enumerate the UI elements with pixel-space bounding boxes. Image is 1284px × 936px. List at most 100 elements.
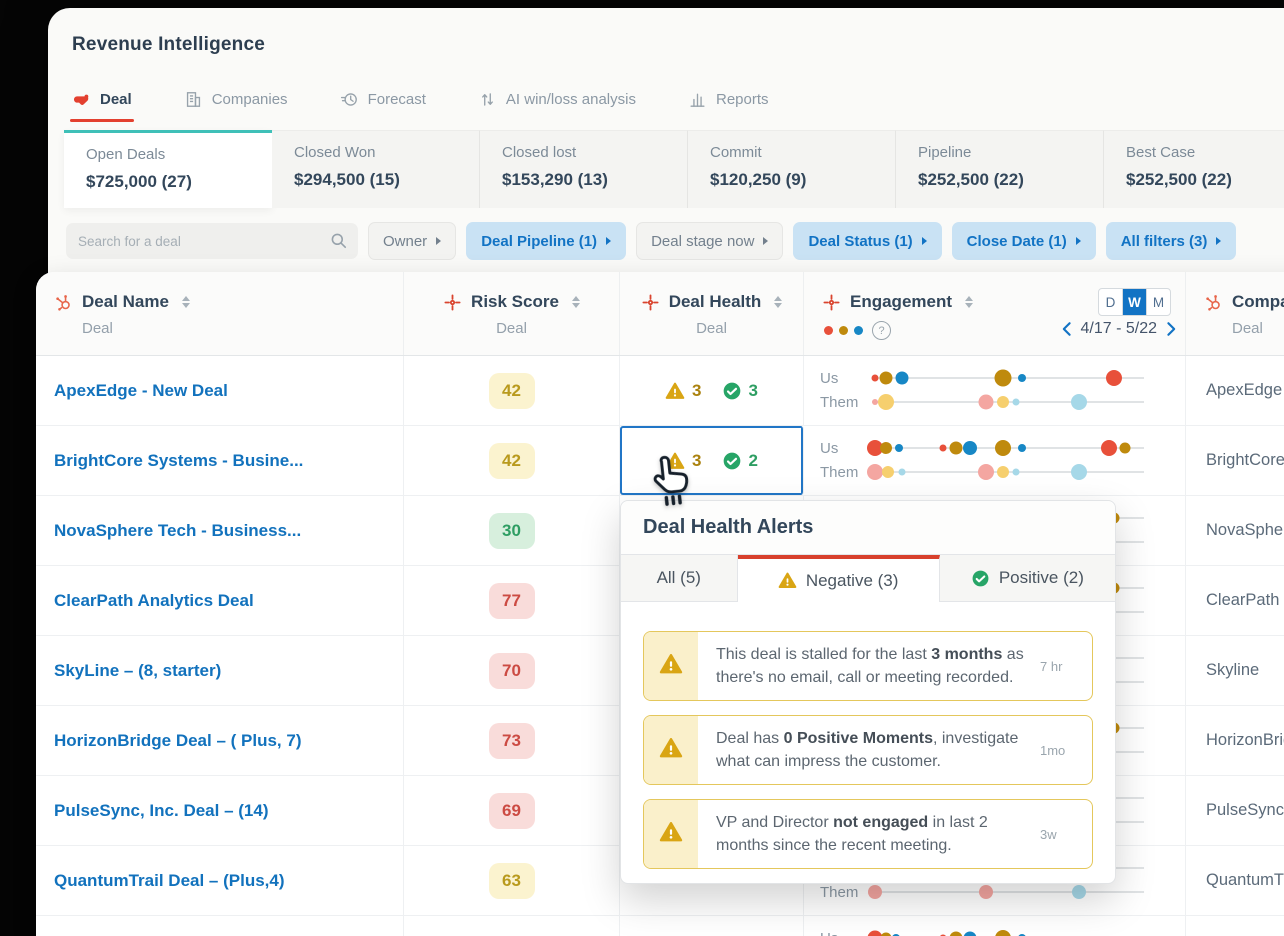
filter-chips: Owner Deal Pipeline (1) Deal stage now D… [368,222,1237,260]
summary-card-pipeline[interactable]: Pipeline $252,500 (22) [896,130,1104,208]
search-input[interactable]: Search for a deal [66,223,358,259]
deal-name-link[interactable]: HorizonBridge Deal – ( Plus, 7) [36,706,404,775]
summary-card-label: Closed Won [294,144,376,161]
toggle-w[interactable]: W [1123,289,1147,315]
deal-health-cell[interactable] [620,916,804,936]
risk-score-badge: 42 [488,442,535,479]
sort-icon[interactable] [571,296,580,308]
risk-score-cell[interactable] [404,916,620,936]
engagement-dot [882,466,895,478]
summary-card-open-deals[interactable]: Open Deals $725,000 (27) [64,130,272,208]
health-cross-icon [443,293,462,312]
engagement-cell[interactable]: Us Them [804,916,1186,936]
deal-name-link[interactable]: NovaSphere Tech - Business... [36,496,404,565]
deal-name-link[interactable]: QuantumTrail Deal – (Plus,4) [36,846,404,915]
risk-score-cell[interactable]: 63 [404,846,620,915]
company-cell[interactable]: ApexEdge [1186,356,1284,425]
summary-card-closed-lost[interactable]: Closed lost $153,290 (13) [480,130,688,208]
risk-score-cell[interactable]: 69 [404,776,620,845]
alert-card[interactable]: VP and Director not engaged in last 2 mo… [643,799,1093,869]
column-header-company[interactable]: Company Deal [1186,272,1284,355]
column-header-risk-score[interactable]: Risk Score Deal [404,272,620,355]
alert-text: Deal has 0 Positive Moments, investigate… [716,729,1019,770]
screenshot-stage: Revenue Intelligence Deal Companies Fore… [0,0,1284,936]
sort-icon[interactable] [181,296,190,308]
tab-ai-win-loss-analysis[interactable]: AI win/loss analysis [478,90,636,109]
filter-button-label: All filters (3) [1120,232,1208,250]
company-cell[interactable] [1186,916,1284,936]
deal-name-link[interactable] [36,916,404,936]
warning-icon [659,652,683,681]
engagement-dot [979,885,994,899]
click-cursor-icon [643,447,703,510]
company-cell[interactable]: Skyline [1186,636,1284,705]
popup-tab-all-5[interactable]: All (5) [621,555,738,602]
engagement-dot [1017,444,1026,452]
risk-score-badge: 42 [488,372,535,409]
chevron-left-icon[interactable] [1061,321,1072,337]
popup-tab-positive-2[interactable]: Positive (2) [939,555,1115,602]
risk-score-cell[interactable]: 73 [404,706,620,775]
deal-name-link[interactable]: ApexEdge - New Deal [36,356,404,425]
filter-button-close-date-1[interactable]: Close Date (1) [951,222,1096,260]
company-cell[interactable]: BrightCore [1186,426,1284,495]
sort-icon[interactable] [965,296,974,308]
column-header-deal-health[interactable]: Deal Health Deal [620,272,804,355]
risk-score-cell[interactable]: 70 [404,636,620,705]
summary-card-value: $252,500 (22) [918,170,1024,189]
toggle-d[interactable]: D [1099,289,1123,315]
chevron-right-icon[interactable] [1166,321,1177,337]
deal-health-cell[interactable]: 3 3 [620,356,804,425]
summary-card-value: $153,290 (13) [502,170,608,189]
engagement-us-label: Us [820,439,839,457]
filter-button-owner[interactable]: Owner [368,222,457,260]
sort-icon[interactable] [774,296,783,308]
column-title: Deal Name [82,292,169,311]
company-cell[interactable]: QuantumTrail [1186,846,1284,915]
filter-button-all-filters-3[interactable]: All filters (3) [1105,222,1237,260]
tab-forecast[interactable]: Forecast [340,90,426,109]
deal-name-link[interactable]: ClearPath Analytics Deal [36,566,404,635]
popup-alert-list: This deal is stalled for the last 3 mont… [621,602,1115,869]
alert-timestamp: 3w [1040,826,1057,842]
popup-tab-negative-3[interactable]: Negative (3) [737,555,940,602]
deal-name-link[interactable]: SkyLine – (8, starter) [36,636,404,705]
deal-name-link[interactable]: BrightCore Systems - Busine... [36,426,404,495]
summary-card-best-case[interactable]: Best Case $252,500 (22) [1104,130,1284,208]
filter-button-deal-status-1[interactable]: Deal Status (1) [793,222,942,260]
alert-card[interactable]: This deal is stalled for the last 3 mont… [643,631,1093,701]
tab-deal[interactable]: Deal [70,90,134,122]
risk-score-cell[interactable]: 77 [404,566,620,635]
warning-icon [659,736,683,765]
engagement-cell[interactable]: Us Them [804,356,1186,425]
caret-right-icon [921,237,927,245]
summary-card-closed-won[interactable]: Closed Won $294,500 (15) [272,130,480,208]
tab-reports[interactable]: Reports [688,90,769,109]
company-cell[interactable]: PulseSync [1186,776,1284,845]
filter-button-deal-pipeline-1[interactable]: Deal Pipeline (1) [466,222,627,260]
legend-dot [839,326,848,335]
tab-companies[interactable]: Companies [184,90,288,109]
alert-card[interactable]: Deal has 0 Positive Moments, investigate… [643,715,1093,785]
toggle-m[interactable]: M [1147,289,1170,315]
summary-card-commit[interactable]: Commit $120,250 (9) [688,130,896,208]
company-cell[interactable]: ClearPath [1186,566,1284,635]
risk-score-cell[interactable]: 30 [404,496,620,565]
search-icon [329,231,348,250]
company-cell[interactable]: NovaSphere [1186,496,1284,565]
column-header-engagement[interactable]: Engagement ? DWM 4/17 - 5/22 [804,272,1186,355]
help-icon[interactable]: ? [872,321,891,340]
alert-icon-box [644,716,698,784]
tab-label: Deal [100,91,132,108]
filter-button-deal-stage-now[interactable]: Deal stage now [636,222,784,260]
column-header-deal-name[interactable]: Deal Name Deal [36,272,404,355]
popup-tab-label: Negative (3) [805,570,899,590]
deal-name-link[interactable]: PulseSync, Inc. Deal – (14) [36,776,404,845]
period-toggle[interactable]: DWM [1098,288,1171,316]
risk-score-cell[interactable]: 42 [404,426,620,495]
risk-score-cell[interactable]: 42 [404,356,620,425]
company-cell[interactable]: HorizonBridge [1186,706,1284,775]
engagement-dot [978,394,994,410]
engagement-cell[interactable]: Us Them [804,426,1186,495]
reports-icon [688,90,707,109]
